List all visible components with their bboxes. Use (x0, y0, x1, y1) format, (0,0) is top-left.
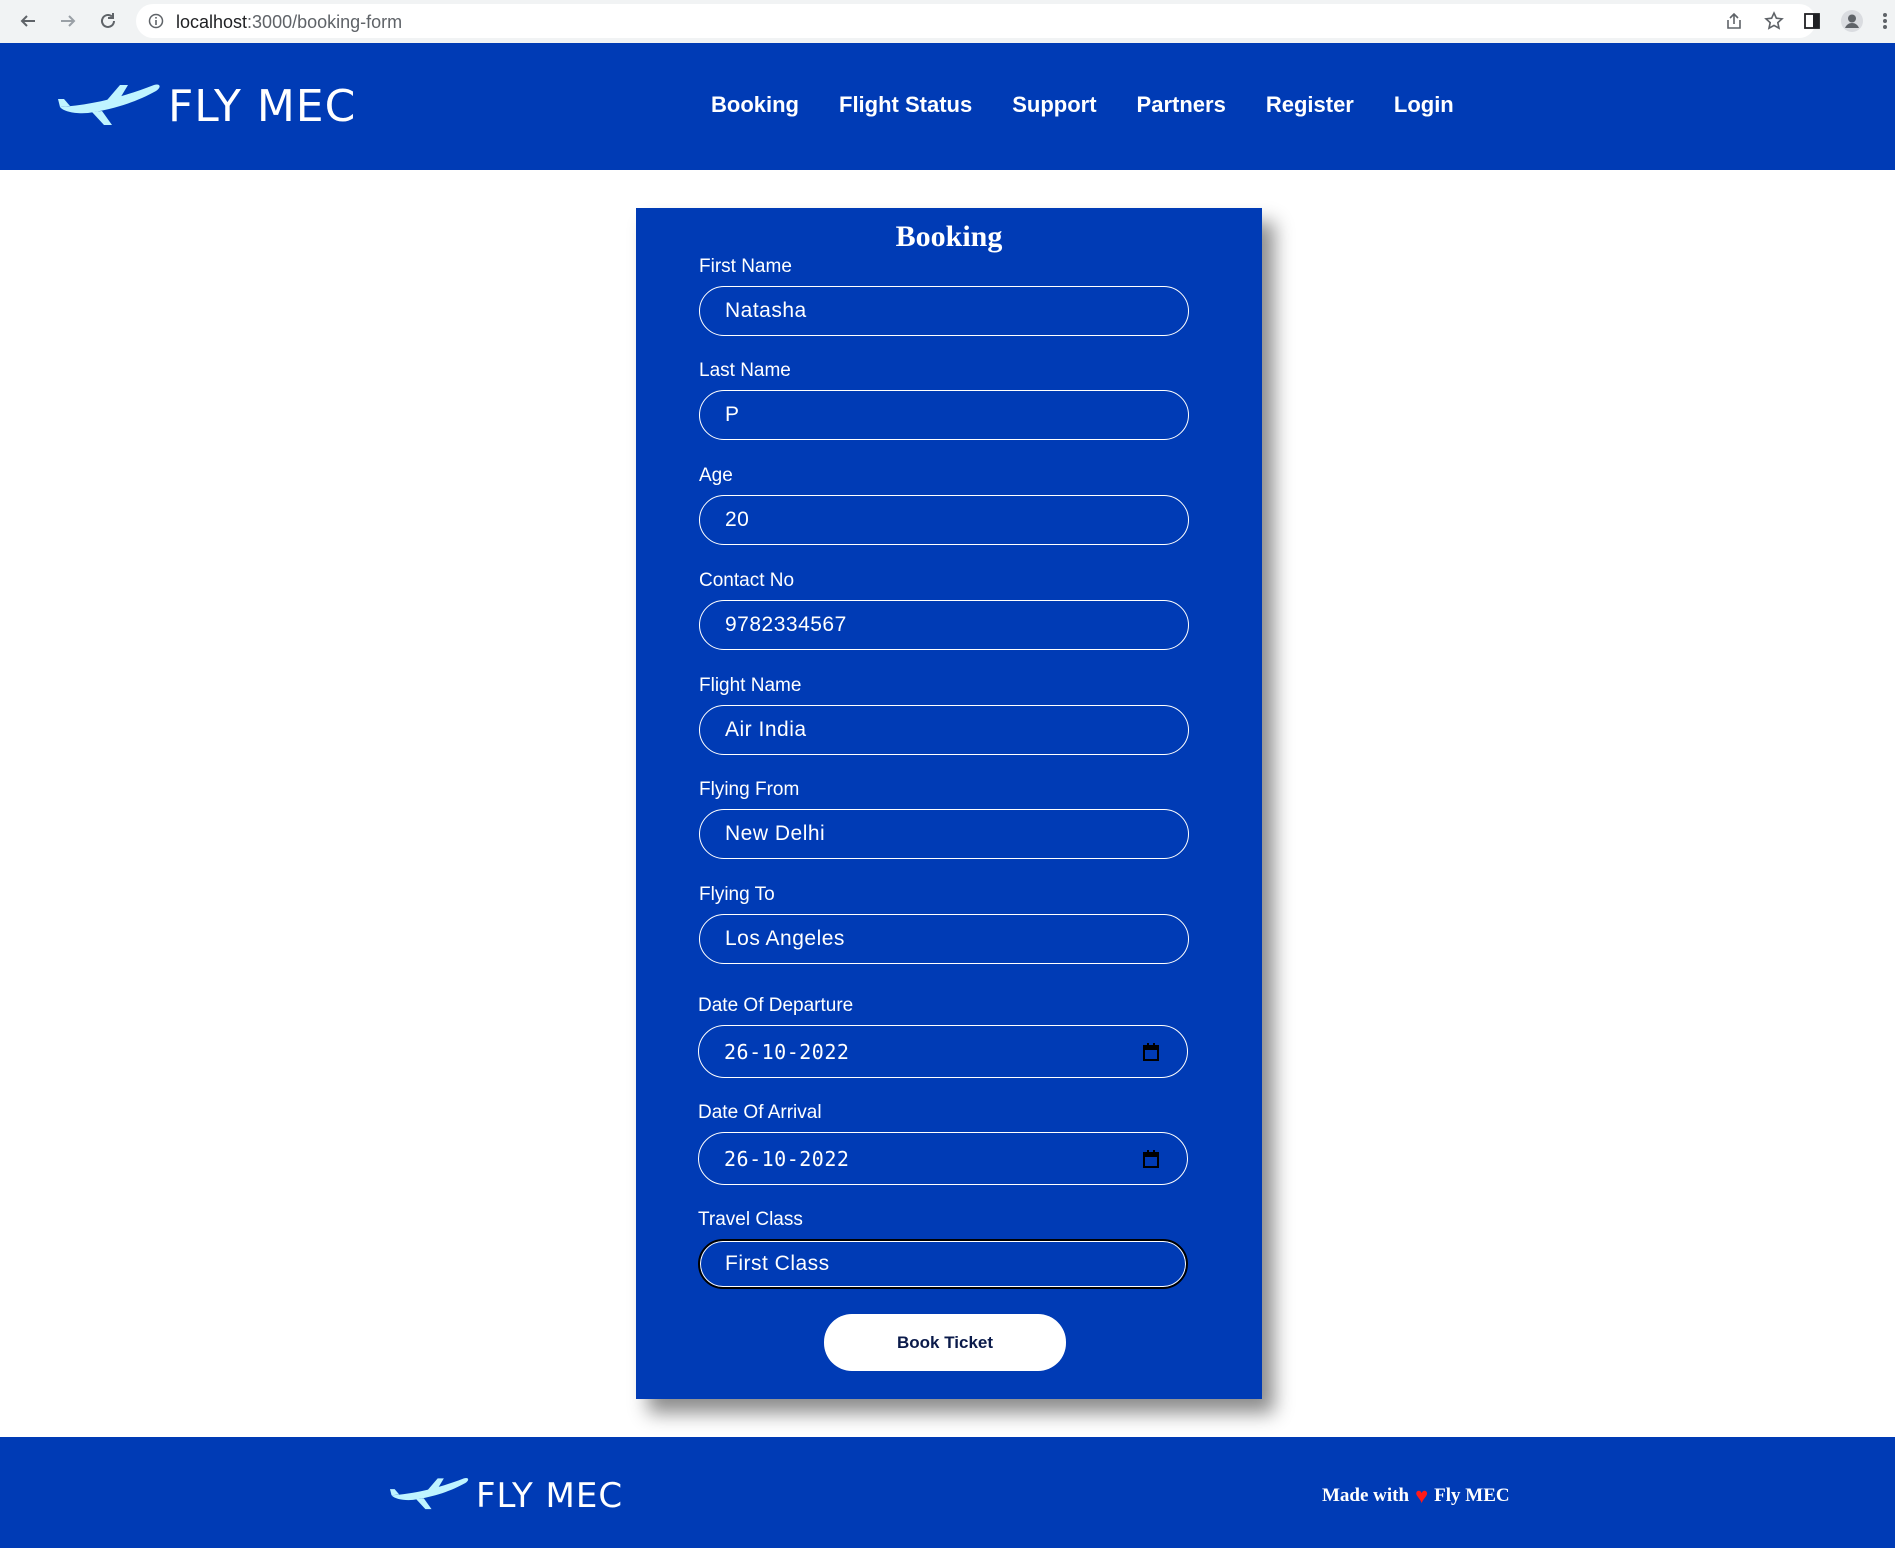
first-name-label: First Name (699, 256, 792, 277)
side-panel-icon[interactable] (1798, 7, 1826, 35)
forward-arrow-icon[interactable] (54, 7, 82, 35)
flying-from-label: Flying From (699, 779, 800, 800)
flight-name-group: Flight Name Air India (699, 675, 1189, 755)
nav-register[interactable]: Register (1266, 92, 1354, 118)
departure-date-label: Date Of Departure (698, 995, 854, 1016)
arrival-date-input[interactable]: 26-10-2022 (698, 1132, 1188, 1185)
site-footer: FLY MEC Made with ♥ Fly MEC (0, 1437, 1895, 1548)
share-icon[interactable] (1722, 9, 1746, 33)
departure-date-value: 26-10-2022 (724, 1039, 850, 1064)
site-logo[interactable]: FLY MEC (58, 81, 356, 132)
profile-avatar-icon[interactable] (1838, 7, 1866, 35)
booking-form-card: Booking First Name Natasha Last Name P A… (636, 208, 1262, 1399)
airplane-icon (58, 81, 162, 132)
reload-icon[interactable] (94, 7, 122, 35)
last-name-input[interactable]: P (699, 390, 1189, 440)
age-label: Age (699, 465, 733, 486)
browser-toolbar: localhost:3000/booking-form (0, 0, 1895, 44)
footer-logo[interactable]: FLY MEC (390, 1475, 623, 1516)
site-info-icon[interactable] (148, 13, 164, 34)
address-bar[interactable]: localhost:3000/booking-form (136, 4, 1816, 38)
flying-from-group: Flying From New Delhi (699, 779, 1189, 859)
age-group: Age 20 (699, 465, 1189, 545)
airplane-icon (390, 1475, 470, 1516)
made-with-credit: Made with ♥ Fly MEC (1322, 1483, 1510, 1509)
nav-booking[interactable]: Booking (711, 92, 799, 118)
url-text: localhost:3000/booking-form (176, 12, 402, 33)
back-arrow-icon[interactable] (14, 7, 42, 35)
form-title: Booking (895, 220, 1003, 253)
flying-to-input[interactable]: Los Angeles (699, 914, 1189, 964)
url-path: :3000/booking-form (247, 12, 403, 32)
made-with-text: Made with (1322, 1485, 1410, 1506)
flying-to-label: Flying To (699, 884, 775, 905)
travel-class-label: Travel Class (698, 1209, 803, 1230)
footer-brand: Fly MEC (1434, 1485, 1510, 1506)
departure-date-input[interactable]: 26-10-2022 (698, 1025, 1188, 1078)
flying-to-group: Flying To Los Angeles (699, 884, 1189, 964)
nav-login[interactable]: Login (1394, 92, 1454, 118)
travel-class-group: Travel Class First Class (698, 1209, 1188, 1289)
departure-date-group: Date Of Departure 26-10-2022 (698, 995, 1188, 1078)
book-ticket-button[interactable]: Book Ticket (824, 1314, 1066, 1371)
url-host: localhost (176, 12, 248, 32)
calendar-icon[interactable] (1143, 1149, 1159, 1173)
travel-class-select[interactable]: First Class (698, 1239, 1188, 1289)
logo-text: FLY MEC (168, 81, 357, 132)
site-header: FLY MEC Booking Flight Status Support Pa… (0, 43, 1895, 170)
last-name-group: Last Name P (699, 360, 1189, 440)
nav-flight-status[interactable]: Flight Status (839, 92, 972, 118)
calendar-icon[interactable] (1143, 1042, 1159, 1066)
first-name-input[interactable]: Natasha (699, 286, 1189, 336)
flying-from-input[interactable]: New Delhi (699, 809, 1189, 859)
arrival-date-value: 26-10-2022 (724, 1146, 850, 1171)
flight-name-input[interactable]: Air India (699, 705, 1189, 755)
contact-no-label: Contact No (699, 570, 795, 591)
footer-logo-text: FLY MEC (476, 1475, 624, 1516)
arrival-date-group: Date Of Arrival 26-10-2022 (698, 1102, 1188, 1185)
contact-no-group: Contact No 9782334567 (699, 570, 1189, 650)
more-menu-icon[interactable] (1878, 7, 1892, 35)
flight-name-label: Flight Name (699, 675, 802, 696)
age-input[interactable]: 20 (699, 495, 1189, 545)
bookmark-star-icon[interactable] (1762, 9, 1786, 33)
last-name-label: Last Name (699, 360, 791, 381)
arrival-date-label: Date Of Arrival (698, 1102, 822, 1123)
main-nav: Booking Flight Status Support Partners R… (711, 92, 1494, 118)
nav-partners[interactable]: Partners (1137, 92, 1226, 118)
contact-no-input[interactable]: 9782334567 (699, 600, 1189, 650)
heart-icon: ♥ (1415, 1483, 1429, 1508)
first-name-group: First Name Natasha (699, 256, 1189, 336)
nav-support[interactable]: Support (1012, 92, 1096, 118)
